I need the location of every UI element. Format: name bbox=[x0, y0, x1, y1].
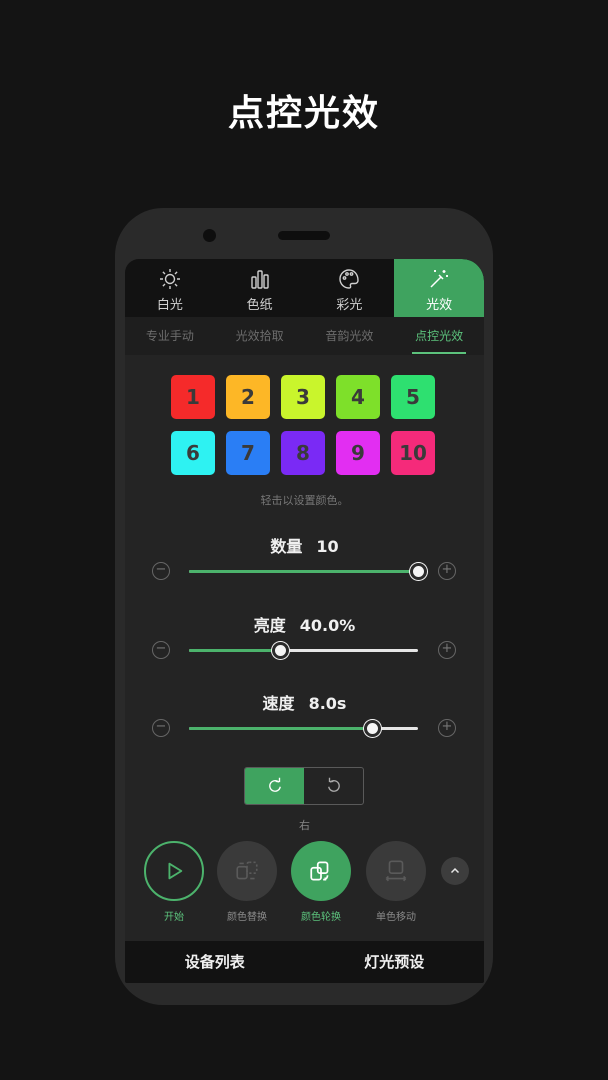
color-cell-1[interactable]: 1 bbox=[171, 375, 215, 419]
mode-mono-move[interactable]: 单色移动 bbox=[365, 841, 427, 923]
speed-minus-button[interactable]: − bbox=[152, 719, 170, 737]
count-slider-thumb[interactable] bbox=[409, 563, 427, 580]
color-cell-5[interactable]: 5 bbox=[391, 375, 435, 419]
count-value: 10 bbox=[316, 537, 339, 556]
speed-slider-thumb[interactable] bbox=[363, 720, 381, 737]
play-icon bbox=[168, 862, 183, 880]
mode-start[interactable]: 开始 bbox=[143, 841, 205, 923]
expand-button[interactable] bbox=[441, 857, 469, 885]
brightness-minus-button[interactable]: − bbox=[152, 641, 170, 659]
direction-label: 右 bbox=[299, 819, 310, 832]
tab-label: 彩光 bbox=[336, 298, 363, 313]
mono-move-button[interactable] bbox=[366, 841, 426, 901]
tab-label: 白光 bbox=[156, 298, 183, 313]
brightness-slider[interactable] bbox=[189, 642, 418, 659]
speed-label: 速度 bbox=[262, 694, 295, 713]
color-cycle-icon bbox=[310, 861, 329, 881]
brightness-value: 40.0% bbox=[299, 616, 356, 635]
color-cell-8[interactable]: 8 bbox=[281, 431, 325, 475]
magic-wand-icon bbox=[430, 270, 449, 288]
color-cell-6[interactable]: 6 bbox=[171, 431, 215, 475]
mode-label: 颜色替换 bbox=[227, 912, 267, 923]
mode-color-cycle[interactable]: 颜色轮换 bbox=[290, 841, 352, 923]
hint-text: 轻击以设置颜色。 bbox=[260, 494, 349, 507]
count-plus-button[interactable]: + bbox=[438, 562, 456, 580]
speed-slider-block: 速度 8.0s − + bbox=[125, 690, 484, 750]
color-cell-7[interactable]: 7 bbox=[226, 431, 270, 475]
device-list-button[interactable]: 设备列表 bbox=[125, 941, 305, 983]
speed-title: 速度 8.0s bbox=[125, 690, 484, 714]
top-tab-bar: 白光 色纸 彩光 光效 bbox=[125, 259, 484, 317]
sun-icon bbox=[159, 269, 180, 289]
count-slider[interactable] bbox=[189, 563, 427, 580]
speed-plus-button[interactable]: + bbox=[438, 719, 456, 737]
direction-clockwise-button[interactable] bbox=[245, 768, 304, 804]
rotate-left-icon bbox=[327, 777, 340, 792]
tab-white-light[interactable]: 白光 bbox=[125, 259, 215, 317]
mode-label: 颜色轮换 bbox=[301, 912, 341, 923]
brightness-title: 亮度 40.0% bbox=[125, 612, 484, 636]
bottom-bar: 设备列表 灯光预设 bbox=[125, 941, 484, 983]
light-presets-button[interactable]: 灯光预设 bbox=[305, 941, 485, 983]
phone-speaker bbox=[278, 231, 330, 240]
mode-label: 单色移动 bbox=[376, 912, 416, 923]
bars-icon bbox=[250, 270, 269, 289]
palette-icon bbox=[339, 269, 360, 289]
subtab-effect-pick[interactable]: 光效拾取 bbox=[215, 317, 305, 355]
color-replace-icon bbox=[236, 861, 258, 880]
count-slider-block: 数量 10 − + bbox=[125, 533, 484, 593]
rotate-right-icon bbox=[268, 777, 281, 792]
speed-value: 8.0s bbox=[308, 694, 347, 713]
subtab-music-effect[interactable]: 音韵光效 bbox=[305, 317, 395, 355]
color-cell-3[interactable]: 3 bbox=[281, 375, 325, 419]
mono-move-icon bbox=[385, 860, 407, 882]
brightness-label: 亮度 bbox=[253, 616, 286, 635]
sub-tab-bar: 专业手动 光效拾取 音韵光效 点控光效 bbox=[125, 317, 484, 355]
tab-color-light[interactable]: 彩光 bbox=[305, 259, 395, 317]
color-cell-4[interactable]: 4 bbox=[336, 375, 380, 419]
tab-label: 色纸 bbox=[246, 298, 273, 313]
count-slider-fill bbox=[189, 570, 418, 573]
color-cell-9[interactable]: 9 bbox=[336, 431, 380, 475]
start-button[interactable] bbox=[144, 841, 204, 901]
color-cycle-button[interactable] bbox=[291, 841, 351, 901]
direction-toggle bbox=[244, 767, 364, 805]
tab-color-paper[interactable]: 色纸 bbox=[215, 259, 305, 317]
count-minus-button[interactable]: − bbox=[152, 562, 170, 580]
tab-label: 光效 bbox=[426, 298, 453, 313]
count-title: 数量 10 bbox=[125, 533, 484, 557]
subtab-pro-manual[interactable]: 专业手动 bbox=[125, 317, 215, 355]
hero-title: 点控光效 bbox=[227, 93, 380, 134]
direction-counterclockwise-button[interactable] bbox=[304, 768, 363, 804]
brightness-slider-fill bbox=[189, 649, 281, 652]
tab-light-effect[interactable]: 光效 bbox=[394, 259, 484, 317]
mode-color-replace[interactable]: 颜色替换 bbox=[216, 841, 278, 923]
brightness-slider-block: 亮度 40.0% − + bbox=[125, 612, 484, 672]
count-label: 数量 bbox=[270, 537, 303, 556]
color-cell-grid: 1 2 3 4 5 6 7 8 9 10 bbox=[171, 375, 439, 475]
chevron-up-icon bbox=[450, 867, 460, 874]
color-replace-button[interactable] bbox=[217, 841, 277, 901]
phone-camera bbox=[203, 229, 216, 242]
app-screen: 白光 色纸 彩光 光效 专业手动 光效拾取 音韵光效 点控光效 1 2 3 4 … bbox=[125, 259, 484, 983]
subtab-point-effect[interactable]: 点控光效 bbox=[394, 317, 484, 355]
speed-slider-fill bbox=[189, 727, 373, 730]
speed-slider[interactable] bbox=[189, 720, 418, 737]
brightness-slider-thumb[interactable] bbox=[272, 642, 290, 659]
mode-label: 开始 bbox=[164, 912, 184, 923]
brightness-plus-button[interactable]: + bbox=[438, 641, 456, 659]
color-cell-10[interactable]: 10 bbox=[391, 431, 435, 475]
color-cell-2[interactable]: 2 bbox=[226, 375, 270, 419]
